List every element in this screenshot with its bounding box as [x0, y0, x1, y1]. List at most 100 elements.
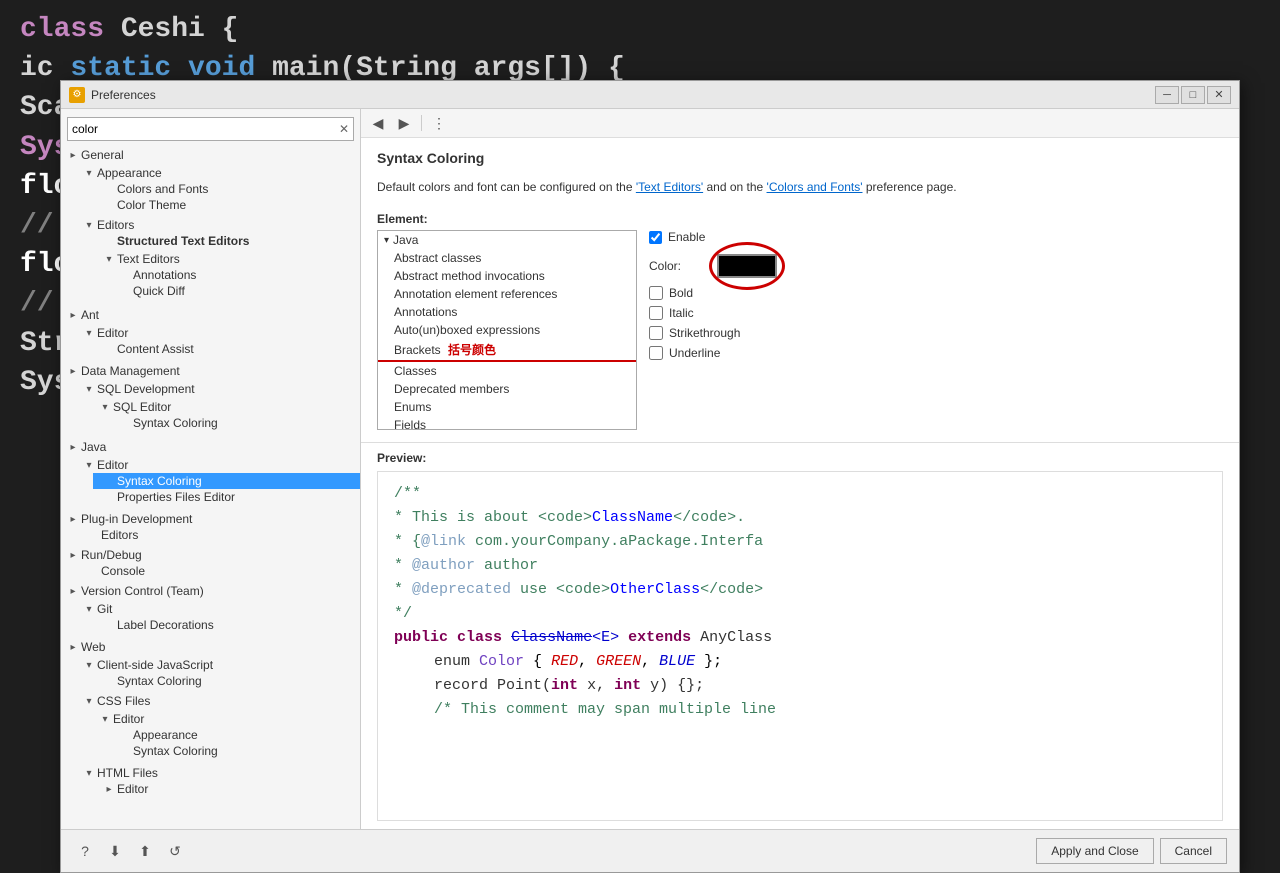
underline-row: Underline: [649, 346, 1223, 360]
underline-label[interactable]: Underline: [669, 346, 720, 360]
tree-item-web: ▸ Web ▾ Client-side JavaScript: [61, 637, 360, 801]
tree-row-structured-text[interactable]: Structured Text Editors: [93, 233, 360, 249]
tree-row-html-files[interactable]: ▾ HTML Files: [77, 765, 360, 781]
help-icon[interactable]: ?: [73, 839, 97, 863]
colors-fonts-link[interactable]: 'Colors and Fonts': [767, 180, 863, 194]
tree-row-content-assist[interactable]: Content Assist: [93, 341, 360, 357]
enable-checkbox[interactable]: [649, 231, 662, 244]
back-button[interactable]: ◀: [367, 112, 389, 134]
tree-row-client-js[interactable]: ▾ Client-side JavaScript: [77, 657, 360, 673]
element-item-enums[interactable]: Enums: [378, 398, 636, 416]
tree-row-data-mgmt[interactable]: ▸ Data Management: [61, 363, 360, 379]
element-item-annotation-refs[interactable]: Annotation element references: [378, 285, 636, 303]
element-item-brackets[interactable]: Brackets 括号颜色: [378, 339, 636, 362]
tree-row-plugin-editors[interactable]: Editors: [77, 527, 360, 543]
tree-row-annotations[interactable]: Annotations: [109, 267, 360, 283]
tree-row-colors-fonts[interactable]: Colors and Fonts: [93, 181, 360, 197]
tree-row-plugin-dev[interactable]: ▸ Plug-in Development: [61, 511, 360, 527]
minimize-button[interactable]: ─: [1155, 86, 1179, 104]
element-item-annotations[interactable]: Annotations: [378, 303, 636, 321]
tree-children-css-editor: Appearance Syntax Coloring: [93, 727, 360, 759]
export-icon[interactable]: ⬆: [133, 839, 157, 863]
forward-button[interactable]: ▶: [393, 112, 415, 134]
tree-row-sql-syntax-coloring[interactable]: Syntax Coloring: [109, 415, 360, 431]
tree-children-vcs: ▾ Git Label Decorations: [61, 599, 360, 635]
italic-checkbox[interactable]: [649, 306, 663, 320]
search-input[interactable]: [68, 120, 335, 138]
tree-children-java: ▾ Editor Syntax Coloring Prop: [61, 455, 360, 507]
tree-row-console[interactable]: Console: [77, 563, 360, 579]
element-item-abstract-method[interactable]: Abstract method invocations: [378, 267, 636, 285]
tree-row-general[interactable]: ▸ General: [61, 147, 360, 163]
restore-icon[interactable]: ↺: [163, 839, 187, 863]
tree-row-label-decorations[interactable]: Label Decorations: [93, 617, 360, 633]
element-list[interactable]: ▾ Java Abstract classes Abstract method …: [377, 230, 637, 430]
tree-row-java-syntax-coloring[interactable]: Syntax Coloring: [93, 473, 360, 489]
element-item-classes[interactable]: Classes: [378, 362, 636, 380]
tree-row-git[interactable]: ▾ Git: [77, 601, 360, 617]
color-swatch[interactable]: [717, 254, 777, 278]
expand-icon-editors: ▾: [81, 220, 97, 231]
underline-checkbox[interactable]: [649, 346, 663, 360]
strikethrough-row: Strikethrough: [649, 326, 1223, 340]
tree-row-properties-files-editor[interactable]: Properties Files Editor: [93, 489, 360, 505]
dialog-title: Preferences: [91, 88, 1155, 102]
italic-label[interactable]: Italic: [669, 306, 694, 320]
tree-row-css-appearance[interactable]: Appearance: [109, 727, 360, 743]
import-icon[interactable]: ⬇: [103, 839, 127, 863]
search-clear-button[interactable]: ✕: [335, 120, 353, 138]
tree-row-editors[interactable]: ▾ Editors: [77, 217, 360, 233]
tree-item-css-files: ▾ CSS Files ▾ Editor: [77, 691, 360, 763]
tree-row-html-editor[interactable]: ▸ Editor: [93, 781, 360, 797]
tree-row-text-editors[interactable]: ▾ Text Editors: [93, 251, 360, 267]
dialog-icon: ⚙: [69, 87, 85, 103]
tree-item-general: ▸ General ▾ Appearance: [61, 145, 360, 305]
tree-row-css-syntax-coloring[interactable]: Syntax Coloring: [109, 743, 360, 759]
tree-row-color-theme[interactable]: Color Theme: [93, 197, 360, 213]
tree-row-java-editor[interactable]: ▾ Editor: [77, 457, 360, 473]
tree-item-appearance: ▾ Appearance Colors and Fonts: [77, 163, 360, 215]
strikethrough-label[interactable]: Strikethrough: [669, 326, 740, 340]
maximize-button[interactable]: □: [1181, 86, 1205, 104]
sidebar: ✕ ▸ General ▾ Appeara: [61, 109, 361, 829]
tree-item-java-editor: ▾ Editor Syntax Coloring Prop: [77, 455, 360, 507]
tree-children-css-files: ▾ Editor Appearance: [77, 709, 360, 761]
tree-row-run-debug[interactable]: ▸ Run/Debug: [61, 547, 360, 563]
tree-children-plugin-dev: Editors: [61, 527, 360, 543]
tree-row-css-files[interactable]: ▾ CSS Files: [77, 693, 360, 709]
apply-and-close-button[interactable]: Apply and Close: [1036, 838, 1153, 864]
more-options-button[interactable]: ⋮: [428, 112, 450, 134]
close-button[interactable]: ✕: [1207, 86, 1231, 104]
element-item-abstract-classes[interactable]: Abstract classes: [378, 249, 636, 267]
tree-item-data-mgmt: ▸ Data Management ▾ SQL Development: [61, 361, 360, 437]
expand-icon-java-group: ▾: [384, 235, 389, 246]
text-editors-link[interactable]: 'Text Editors': [636, 180, 703, 194]
tree-row-vcs[interactable]: ▸ Version Control (Team): [61, 583, 360, 599]
bold-label[interactable]: Bold: [669, 286, 693, 300]
element-item-auto-boxed[interactable]: Auto(un)boxed expressions: [378, 321, 636, 339]
tree-row-web[interactable]: ▸ Web: [61, 639, 360, 655]
tree-row-sql-editor[interactable]: ▾ SQL Editor: [93, 399, 360, 415]
enable-label[interactable]: Enable: [668, 230, 705, 244]
element-group-java[interactable]: ▾ Java: [378, 231, 636, 249]
preview-line-8: enum Color { RED, GREEN, BLUE };: [394, 650, 1206, 674]
tree-item-run-debug: ▸ Run/Debug Console: [61, 545, 360, 581]
cancel-button[interactable]: Cancel: [1160, 838, 1227, 864]
element-item-deprecated[interactable]: Deprecated members: [378, 380, 636, 398]
tree-row-ant-editor[interactable]: ▾ Editor: [77, 325, 360, 341]
tree-row-sql-dev[interactable]: ▾ SQL Development: [77, 381, 360, 397]
tree-row-quick-diff[interactable]: Quick Diff: [109, 283, 360, 299]
tree-row-css-editor[interactable]: ▾ Editor: [93, 711, 360, 727]
tree-row-appearance[interactable]: ▾ Appearance: [77, 165, 360, 181]
tree-row-java[interactable]: ▸ Java: [61, 439, 360, 455]
tree-row-ant[interactable]: ▸ Ant: [61, 307, 360, 323]
tree-item-vcs: ▸ Version Control (Team) ▾ Git: [61, 581, 360, 637]
tree-row-js-syntax-coloring[interactable]: Syntax Coloring: [93, 673, 360, 689]
panel-toolbar: ◀ ▶ ⋮: [361, 109, 1239, 138]
tree-item-plugin-dev: ▸ Plug-in Development Editors: [61, 509, 360, 545]
strikethrough-checkbox[interactable]: [649, 326, 663, 340]
info-text-end: preference page.: [866, 180, 957, 194]
preview-line-2: * This is about <code>ClassName</code>.: [394, 506, 1206, 530]
element-item-fields[interactable]: Fields: [378, 416, 636, 430]
bold-checkbox[interactable]: [649, 286, 663, 300]
